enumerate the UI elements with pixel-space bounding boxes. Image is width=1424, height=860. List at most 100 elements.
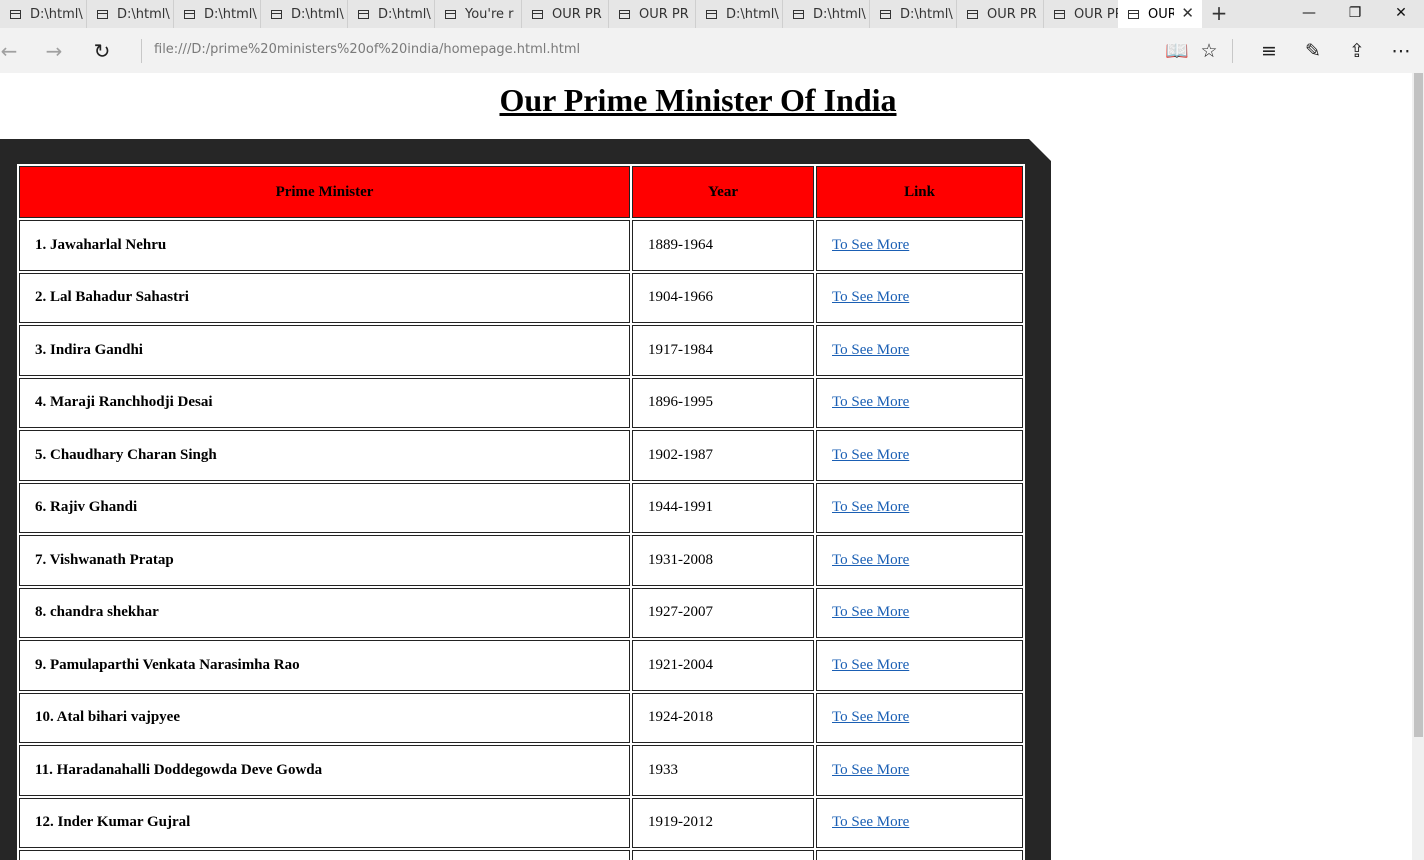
table-row: 2. Lal Bahadur Sahastri 1904-1966 To See M… (19, 272, 1023, 323)
browser-tab[interactable]: D:\html\ (348, 0, 435, 28)
year-cell: 1889-1964 (632, 220, 814, 271)
see-more-link[interactable]: To See More (832, 289, 909, 305)
link-cell: To See More (816, 692, 1023, 743)
new-tab-button[interactable]: + (1204, 0, 1234, 28)
page-title: Our Prime Minister Of India (499, 82, 897, 118)
page-icon (1054, 9, 1065, 19)
see-more-link[interactable]: To See More (832, 394, 909, 410)
see-more-link[interactable]: To See More (832, 762, 909, 778)
browser-tab[interactable]: D:\html\ (696, 0, 783, 28)
minimize-button[interactable]: — (1286, 0, 1332, 28)
table-row: 9. Pamulaparthi Venkata Narasimha Rao 192… (19, 640, 1023, 691)
table-row: 12. Inder Kumar Gujral 1919-2012 To See Mo… (19, 797, 1023, 848)
browser-tab[interactable]: You're r (435, 0, 522, 28)
page-icon (445, 9, 456, 19)
tab-title: D:\html\ (291, 6, 344, 22)
page-icon (184, 9, 195, 19)
restore-button[interactable]: ❐ (1332, 0, 1378, 28)
frame-corner (1029, 139, 1051, 161)
link-cell: To See More (816, 640, 1023, 691)
address-field[interactable]: file:///D:/prime%20ministers%20of%20indi… (154, 42, 580, 57)
see-more-link[interactable]: To See More (832, 709, 909, 725)
table-row: 7. Vishwanath Pratap 1931-2008 To See More (19, 535, 1023, 586)
table-header-row: Prime Minister Year Link (19, 166, 1023, 218)
year-cell (632, 850, 814, 860)
tab-title: D:\html\ (813, 6, 866, 22)
browser-tab[interactable]: OUR PR (522, 0, 609, 28)
pm-name-cell: 1. Jawaharlal Nehru (19, 220, 630, 271)
year-cell: 1921-2004 (632, 640, 814, 691)
page-icon (619, 9, 630, 19)
link-cell: To See More (816, 220, 1023, 271)
pm-name-cell: 3. Indira Gandhi (19, 325, 630, 376)
see-more-link[interactable]: To See More (832, 342, 909, 358)
page-icon (532, 9, 543, 19)
hub-icon[interactable]: ≡ (1253, 34, 1285, 68)
more-icon[interactable]: ⋯ (1385, 34, 1417, 68)
year-cell: 1902-1987 (632, 430, 814, 481)
tab-title: D:\html\ (117, 6, 170, 22)
year-cell: 1904-1966 (632, 272, 814, 323)
year-cell: 1919-2012 (632, 797, 814, 848)
table-row: 5. Chaudhary Charan Singh 1902-1987 To See… (19, 430, 1023, 481)
back-icon[interactable]: ← (0, 34, 26, 68)
tab-title: D:\html\ (378, 6, 431, 22)
table-row: 3. Indira Gandhi 1917-1984 To See More (19, 325, 1023, 376)
see-more-link[interactable]: To See More (832, 499, 909, 515)
pm-name-cell: 10. Atal bihari vajpyee (19, 692, 630, 743)
year-cell: 1944-1991 (632, 482, 814, 533)
reading-view-icon[interactable]: 📖 (1161, 34, 1193, 68)
table-row: 6. Rajiv Ghandi 1944-1991 To See More (19, 482, 1023, 533)
scrollbar-thumb[interactable] (1414, 73, 1423, 737)
forward-icon[interactable]: → (37, 34, 71, 68)
pm-name-cell: 5. Chaudhary Charan Singh (19, 430, 630, 481)
browser-tab[interactable]: D:\html\ (261, 0, 348, 28)
prime-minister-table: Prime Minister Year Link 1. Jawaharlal N… (17, 164, 1025, 860)
browser-tab[interactable]: OUR PR (957, 0, 1044, 28)
link-cell: To See More (816, 587, 1023, 638)
close-tab-icon[interactable]: ✕ (1181, 5, 1194, 22)
table-row: 8. chandra shekhar 1927-2007 To See More (19, 587, 1023, 638)
tab-title: D:\html\ (30, 6, 83, 22)
share-icon[interactable]: ⇪ (1341, 34, 1373, 68)
year-cell: 1931-2008 (632, 535, 814, 586)
divider (1232, 39, 1233, 63)
column-header-prime-minister: Prime Minister (19, 166, 630, 218)
see-more-link[interactable]: To See More (832, 657, 909, 673)
see-more-link[interactable]: To See More (832, 237, 909, 253)
browser-tab[interactable]: D:\html\ (174, 0, 261, 28)
pm-name-cell: 11. Haradanahalli Doddegowda Deve Gowda (19, 745, 630, 796)
web-note-icon[interactable]: ✎ (1297, 34, 1329, 68)
favorite-star-icon[interactable]: ☆ (1193, 34, 1225, 68)
browser-tab[interactable]: OUR PR (609, 0, 696, 28)
browser-tab-active[interactable]: OUR ✕ (1118, 0, 1202, 28)
table-row: 11. Haradanahalli Doddegowda Deve Gowda 1… (19, 745, 1023, 796)
page-icon (793, 9, 804, 19)
browser-tab[interactable]: D:\html\ (0, 0, 87, 28)
browser-tab[interactable]: D:\html\ (783, 0, 870, 28)
tab-title: D:\html\ (900, 6, 953, 22)
see-more-link[interactable]: To See More (832, 814, 909, 830)
page-icon (1128, 9, 1139, 19)
table-row: 10. Atal bihari vajpyee 1924-2018 To See M… (19, 692, 1023, 743)
page-icon (271, 9, 282, 19)
table-row: 1. Jawaharlal Nehru 1889-1964 To See More (19, 220, 1023, 271)
refresh-icon[interactable]: ↻ (85, 34, 119, 68)
tab-title: OUR PR (987, 6, 1037, 22)
browser-tab[interactable]: D:\html\ (870, 0, 957, 28)
pm-name-cell: 2. Lal Bahadur Sahastri (19, 272, 630, 323)
address-bar-area: ← → ↻ file:///D:/prime%20ministers%20of%… (0, 28, 1424, 73)
browser-tab[interactable]: D:\html\ (87, 0, 174, 28)
tab-title: OUR PR (639, 6, 689, 22)
table-row: 4. Maraji Ranchhodji Desai 1896-1995 To Se… (19, 377, 1023, 428)
pm-name-cell: 12. Inder Kumar Gujral (19, 797, 630, 848)
see-more-link[interactable]: To See More (832, 552, 909, 568)
pm-name-cell: 8. chandra shekhar (19, 587, 630, 638)
pm-name-cell: 9. Pamulaparthi Venkata Narasimha Rao (19, 640, 630, 691)
link-cell (816, 850, 1023, 860)
column-header-year: Year (632, 166, 814, 218)
see-more-link[interactable]: To See More (832, 604, 909, 620)
see-more-link[interactable]: To See More (832, 447, 909, 463)
year-cell: 1924-2018 (632, 692, 814, 743)
close-window-button[interactable]: ✕ (1378, 0, 1424, 28)
